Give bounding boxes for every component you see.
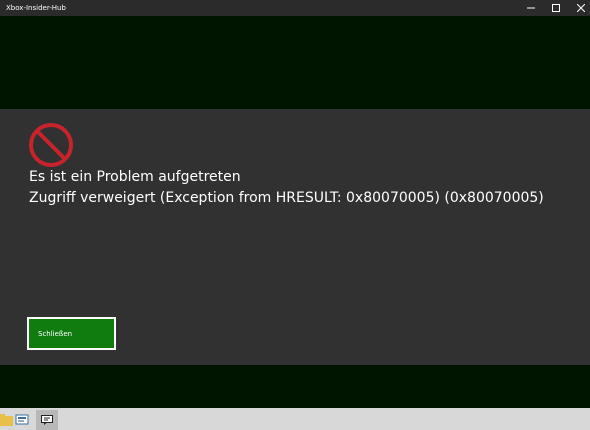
background-bottom — [0, 365, 590, 408]
close-window-button[interactable] — [566, 0, 590, 16]
background-top — [0, 16, 590, 109]
taskbar — [0, 408, 590, 430]
window-title: Xbox-Insider-Hub — [6, 4, 66, 12]
taskbar-item-app[interactable] — [12, 410, 32, 430]
taskbar-item-chat[interactable] — [36, 410, 58, 430]
maximize-icon — [552, 4, 560, 12]
minimize-icon — [527, 7, 535, 9]
error-dialog: Es ist ein Problem aufgetreten Zugriff v… — [0, 109, 590, 365]
no-entry-icon — [29, 123, 73, 167]
title-bar: Xbox-Insider-Hub — [0, 0, 590, 16]
chat-icon — [41, 415, 53, 425]
error-message: Zugriff verweigert (Exception from HRESU… — [29, 190, 544, 206]
app-icon — [15, 414, 29, 425]
close-button[interactable]: Schließen — [27, 317, 116, 350]
close-icon — [577, 4, 585, 12]
error-heading: Es ist ein Problem aufgetreten — [29, 169, 241, 185]
